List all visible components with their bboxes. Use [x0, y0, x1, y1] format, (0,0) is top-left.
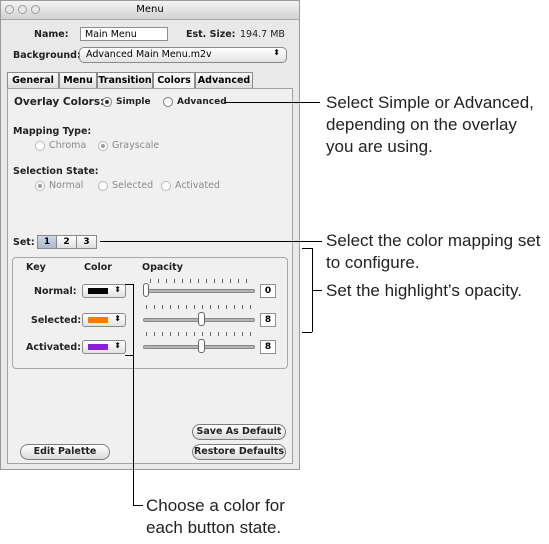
color-bracket-bottom: [125, 355, 133, 356]
popup-arrows-icon: ⬍: [273, 48, 280, 57]
save-as-default-button[interactable]: Save As Default: [192, 424, 286, 440]
state-activated-radio: [161, 181, 171, 191]
name-label: Name:: [34, 29, 69, 40]
color-callout-text: Choose a color for each button state.: [146, 496, 285, 537]
opacity-callout-text: Set the highlight’s opacity.: [326, 281, 522, 300]
tab-menu[interactable]: Menu: [59, 72, 97, 89]
overlay-callout-line: [224, 102, 320, 103]
state-normal-label: Normal: [49, 180, 84, 191]
set-callout-line: [100, 241, 322, 242]
tab-advanced[interactable]: Advanced: [195, 72, 253, 89]
set-label: Set:: [13, 237, 35, 248]
opacity-callout-line: [312, 290, 322, 291]
tab-transition[interactable]: Transition: [97, 72, 153, 89]
set-callout-text: Select the color mapping set to configur…: [326, 231, 541, 272]
normal-slider-ticks: [150, 279, 254, 283]
color-bracket-top: [125, 284, 133, 285]
selected-opacity-slider-thumb[interactable]: [198, 312, 205, 326]
title-bar: Menu: [1, 1, 299, 20]
state-normal-radio: [35, 181, 45, 191]
mapping-grayscale-radio: [98, 141, 108, 151]
overlay-colors-label: Overlay Colors:: [14, 96, 105, 108]
opacity-column-header: Opacity: [142, 262, 183, 273]
row-selected-label: Selected:: [31, 315, 82, 326]
set-1-segment[interactable]: 1: [37, 235, 57, 249]
activated-opacity-value[interactable]: 8: [260, 340, 276, 354]
popup-arrows-icon: ⬍: [114, 341, 121, 350]
overlay-advanced-radio[interactable]: [163, 97, 173, 107]
selection-state-label: Selection State:: [13, 166, 99, 177]
overlay-callout-text: Select Simple or Advanced, depending on …: [326, 93, 534, 156]
selected-color-swatch[interactable]: ⬍: [82, 313, 126, 327]
normal-opacity-slider-thumb[interactable]: [143, 283, 149, 297]
popup-arrows-icon: ⬍: [114, 314, 121, 323]
color-column-header: Color: [84, 262, 112, 273]
background-popup-value: Advanced Main Menu.m2v: [86, 49, 212, 60]
normal-color-swatch[interactable]: ⬍: [82, 284, 126, 298]
normal-opacity-slider-track[interactable]: [143, 289, 255, 293]
background-popup[interactable]: Advanced Main Menu.m2v ⬍: [79, 47, 287, 63]
row-activated-label: Activated:: [26, 342, 81, 353]
state-activated-label: Activated: [175, 180, 220, 191]
opacity-bracket-bottom: [302, 332, 312, 333]
state-selected-label: Selected: [112, 180, 154, 191]
tab-colors[interactable]: Colors: [153, 72, 195, 89]
set-2-segment[interactable]: 2: [56, 235, 77, 249]
normal-opacity-value[interactable]: 0: [260, 284, 276, 298]
edit-palette-button[interactable]: Edit Palette: [20, 444, 110, 460]
est-size-label: Est. Size:: [186, 29, 236, 40]
color-callout-line: [133, 284, 134, 506]
mapping-grayscale-label: Grayscale: [112, 140, 160, 151]
mapping-chroma-label: Chroma: [49, 140, 87, 151]
est-size-value: 194.7 MB: [240, 29, 285, 40]
overlay-simple-label: Simple: [116, 97, 151, 107]
key-column-header: Key: [26, 262, 46, 273]
activated-opacity-slider-thumb[interactable]: [198, 339, 205, 353]
row-normal-label: Normal:: [34, 286, 77, 297]
background-label: Background:: [13, 50, 81, 61]
popup-arrows-icon: ⬍: [114, 285, 121, 294]
activated-slider-ticks: [146, 332, 254, 336]
name-field[interactable]: Main Menu: [80, 27, 168, 41]
window-title: Menu: [136, 4, 164, 15]
selected-opacity-value[interactable]: 8: [260, 313, 276, 327]
overlay-advanced-label: Advanced: [177, 97, 227, 107]
tab-general[interactable]: General: [7, 72, 59, 89]
activated-color-swatch[interactable]: ⬍: [82, 340, 126, 354]
overlay-simple-radio[interactable]: [102, 97, 112, 107]
mapping-type-label: Mapping Type:: [13, 126, 92, 137]
selected-slider-ticks: [146, 305, 254, 309]
opacity-bracket-top: [302, 248, 312, 249]
mapping-chroma-radio: [35, 141, 45, 151]
color-callout-foot: [133, 505, 143, 506]
restore-defaults-button[interactable]: Restore Defaults: [192, 444, 286, 460]
state-selected-radio: [98, 181, 108, 191]
set-3-segment[interactable]: 3: [76, 235, 97, 249]
